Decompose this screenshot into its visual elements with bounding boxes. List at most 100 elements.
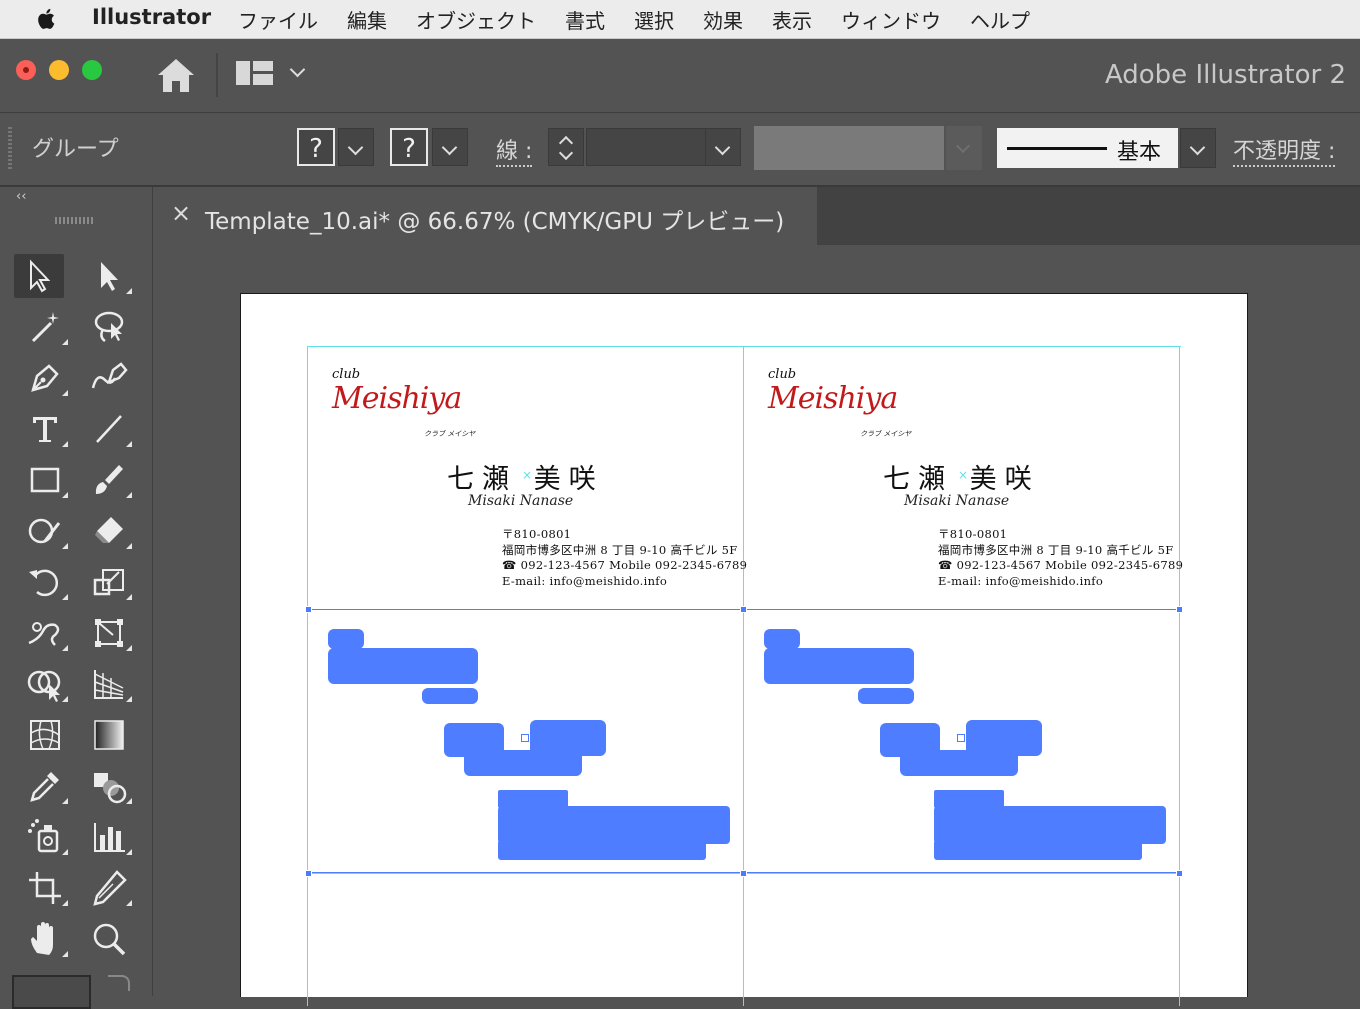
business-card[interactable]: club Meishiya クラブ メイシヤ 七瀬 美咲 × Misaki Na…	[308, 347, 747, 609]
chevron-down-icon	[441, 139, 458, 156]
fill-dropdown[interactable]	[338, 128, 374, 166]
variable-width-dropdown[interactable]	[946, 126, 982, 170]
zoom-tool-icon[interactable]	[84, 917, 134, 961]
selection-handle[interactable]	[740, 606, 747, 613]
type-tool-icon[interactable]	[20, 407, 70, 451]
center-mark-icon: ×	[958, 468, 969, 482]
eyedropper-tool-icon[interactable]	[20, 764, 70, 808]
blend-tool-icon[interactable]	[84, 764, 134, 808]
selection-type-label: グループ	[32, 137, 119, 162]
direct-selection-tool-icon[interactable]	[84, 254, 134, 298]
collapse-panel-icon[interactable]: ‹‹	[16, 189, 26, 204]
menu-view[interactable]: 表示	[772, 5, 812, 34]
close-tab-icon[interactable]: ×	[171, 199, 191, 227]
mesh-tool-icon[interactable]	[20, 713, 70, 757]
chevron-down-icon[interactable]	[289, 61, 306, 78]
shaper-tool-icon[interactable]	[20, 509, 70, 553]
hand-tool-icon[interactable]	[20, 917, 70, 961]
eraser-tool-icon[interactable]	[84, 509, 134, 553]
pen-tool-icon[interactable]	[20, 356, 70, 400]
menu-list: ファイル 編集 オブジェクト 書式 選択 効果 表示 ウィンドウ ヘルプ	[238, 5, 1059, 34]
artboard[interactable]: club Meishiya クラブ メイシヤ 七瀬 美咲 × Misaki Na…	[240, 293, 1248, 1006]
scale-tool-icon[interactable]	[84, 560, 134, 604]
symbol-sprayer-tool-icon[interactable]	[20, 815, 70, 859]
card-logo-kana: クラブ メイシヤ	[860, 430, 912, 438]
panel-grip[interactable]	[55, 217, 95, 224]
menu-window[interactable]: ウィンドウ	[841, 5, 941, 34]
workspace-layout-icon[interactable]	[236, 59, 274, 89]
fill-color-swatch[interactable]	[12, 975, 91, 1009]
minimize-window-button[interactable]	[49, 60, 69, 80]
card-address-block: 〒810-0801 福岡市博多区中洲 8 丁目 9-10 高千ビル 5F ☎ 0…	[502, 527, 747, 589]
menu-help[interactable]: ヘルプ	[970, 5, 1030, 34]
rotate-tool-icon[interactable]	[20, 560, 70, 604]
menu-type[interactable]: 書式	[565, 5, 605, 34]
fill-swatch[interactable]: ?	[297, 128, 335, 166]
document-tab-title[interactable]: Template_10.ai* @ 66.67% (CMYK/GPU プレビュー…	[205, 202, 784, 236]
card-email: E-mail: info@meishido.info	[502, 573, 668, 588]
stroke-swatch[interactable]: ?	[390, 128, 428, 166]
stroke-weight-dropdown[interactable]	[705, 128, 741, 166]
column-graph-tool-icon[interactable]	[84, 815, 134, 859]
card-roman-name: Misaki Nanase	[904, 493, 1010, 509]
gradient-tool-icon[interactable]	[84, 713, 134, 757]
chevron-down-icon	[955, 138, 971, 154]
document-tab[interactable]: × Template_10.ai* @ 66.67% (CMYK/GPU プレビ…	[155, 187, 817, 245]
card-postal: 〒810-0801	[938, 527, 1008, 541]
brush-definition[interactable]: 基本	[997, 128, 1178, 168]
card-logo-kana: クラブ メイシヤ	[424, 430, 476, 438]
slice-tool-icon[interactable]	[84, 866, 134, 910]
home-icon[interactable]	[156, 56, 196, 94]
selection-handle[interactable]	[1176, 606, 1183, 613]
paintbrush-tool-icon[interactable]	[84, 458, 134, 502]
rectangle-tool-icon[interactable]	[20, 458, 70, 502]
menu-file[interactable]: ファイル	[238, 5, 318, 34]
variable-width-profile[interactable]	[754, 126, 944, 170]
close-window-button[interactable]	[16, 60, 36, 80]
curvature-tool-icon[interactable]	[84, 356, 134, 400]
selection-handle[interactable]	[1176, 870, 1183, 877]
app-bar: Adobe Illustrator 2	[0, 39, 1360, 113]
selection-handle[interactable]	[305, 870, 312, 877]
brush-dropdown[interactable]	[1180, 128, 1216, 168]
panel-grip[interactable]	[8, 127, 12, 171]
menu-select[interactable]: 選択	[634, 5, 674, 34]
menu-edit[interactable]: 編集	[347, 5, 387, 34]
menu-object[interactable]: オブジェクト	[416, 5, 536, 34]
artboard-tool-icon[interactable]	[20, 866, 70, 910]
free-transform-tool-icon[interactable]	[84, 611, 134, 655]
card-logo-club: club	[332, 367, 361, 382]
stroke-weight-stepper[interactable]	[548, 128, 584, 166]
brush-name: 基本	[1117, 140, 1162, 165]
line-segment-tool-icon[interactable]	[84, 407, 134, 451]
selection-bounding-box[interactable]	[308, 609, 1180, 873]
selection-handle[interactable]	[305, 606, 312, 613]
card-logo: Meishiya	[332, 381, 462, 416]
menu-effect[interactable]: 効果	[703, 5, 743, 34]
card-email: E-mail: info@meishido.info	[938, 573, 1104, 588]
stroke-label[interactable]: 線 :	[496, 133, 533, 167]
card-address: 福岡市博多区中洲 8 丁目 9-10 高千ビル 5F	[502, 542, 738, 557]
card-phone: ☎ 092-123-4567 Mobile 092-2345-6789	[502, 558, 748, 572]
selection-handle[interactable]	[740, 870, 747, 877]
selection-tool-icon[interactable]	[14, 254, 64, 298]
chevron-down-icon	[558, 145, 574, 161]
card-address: 福岡市博多区中洲 8 丁目 9-10 高千ビル 5F	[938, 542, 1174, 557]
business-card[interactable]: club Meishiya クラブ メイシヤ 七瀬 美咲 × Misaki Na…	[744, 347, 1183, 609]
apple-icon[interactable]	[34, 6, 60, 32]
perspective-grid-tool-icon[interactable]	[84, 662, 134, 706]
swap-colors-icon[interactable]	[108, 975, 130, 991]
center-mark-icon: ×	[522, 468, 533, 482]
card-logo: Meishiya	[768, 381, 898, 416]
chevron-down-icon	[347, 139, 364, 156]
shape-builder-tool-icon[interactable]	[20, 662, 70, 706]
stroke-weight-input[interactable]	[586, 128, 706, 166]
zoom-window-button[interactable]	[82, 60, 102, 80]
opacity-label[interactable]: 不透明度 :	[1233, 133, 1336, 167]
warp-tool-icon[interactable]	[20, 611, 70, 655]
tools-panel: ‹‹	[0, 187, 153, 1009]
lasso-tool-icon[interactable]	[84, 305, 134, 349]
stroke-dropdown[interactable]	[432, 128, 468, 166]
magic-wand-tool-icon[interactable]	[20, 305, 70, 349]
app-menu[interactable]: Illustrator	[92, 5, 211, 29]
